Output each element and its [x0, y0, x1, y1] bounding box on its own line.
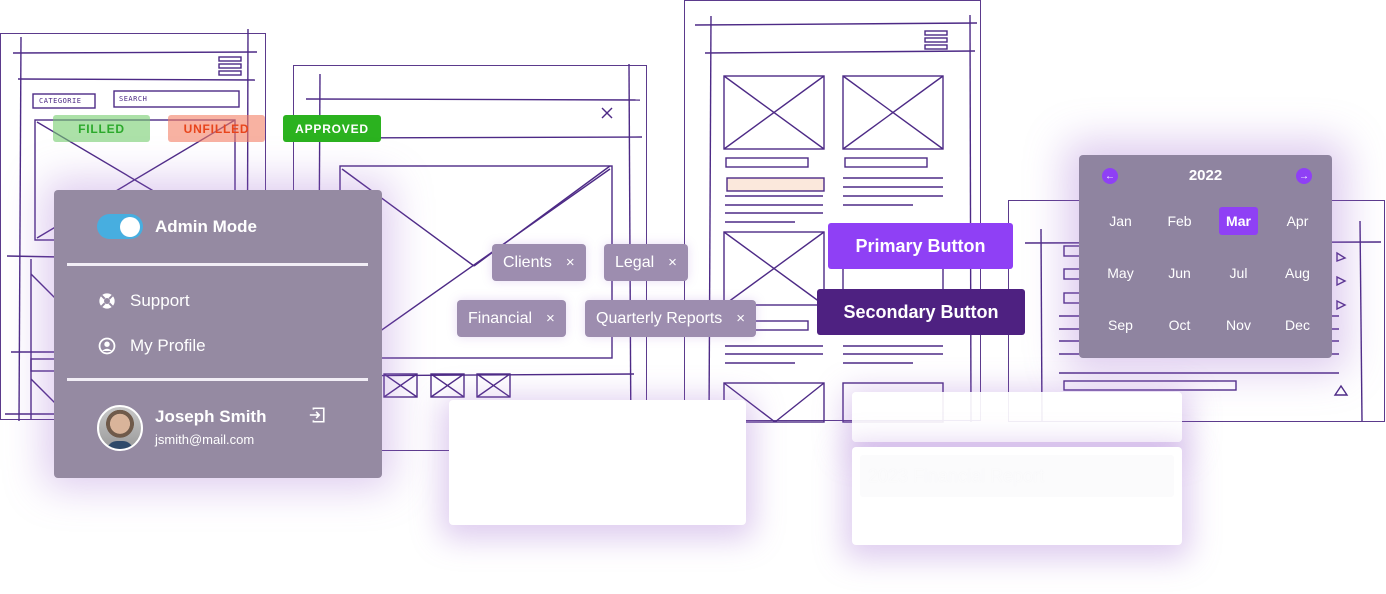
user-email: jsmith@mail.com	[155, 432, 255, 447]
month-label: Jun	[1168, 265, 1191, 281]
month-feb[interactable]: Feb	[1150, 207, 1209, 259]
month-aug[interactable]: Aug	[1268, 259, 1327, 311]
chip-financial[interactable]: Financial ×	[457, 300, 566, 337]
chip-clients[interactable]: Clients ×	[492, 244, 586, 281]
empty-card	[449, 400, 746, 525]
sketch-grid-drawing	[694, 14, 978, 423]
chip-label: Quarterly Reports	[596, 309, 723, 327]
close-icon[interactable]: ×	[736, 310, 745, 327]
lifebuoy-icon	[99, 293, 115, 309]
month-oct[interactable]: Oct	[1150, 311, 1209, 363]
chip-label: Legal	[615, 253, 655, 271]
month-label: Sep	[1108, 317, 1133, 333]
menu-item-my-profile[interactable]: My Profile	[98, 336, 206, 356]
month-label: Nov	[1226, 317, 1251, 333]
chip-legal[interactable]: Legal ×	[604, 244, 688, 281]
month-sep[interactable]: Sep	[1091, 311, 1150, 363]
month-picker: ← 2022 → Jan Feb Mar Apr May Jun Jul Aug Sep Oct N…	[1079, 155, 1332, 358]
chip-quarterly-reports[interactable]: Quarterly Reports ×	[585, 300, 757, 337]
menu-item-my-profile-label: My Profile	[130, 336, 206, 355]
month-dec[interactable]: Dec	[1268, 311, 1327, 363]
month-label: Dec	[1285, 317, 1310, 333]
secondary-button[interactable]: Secondary Button	[817, 289, 1025, 335]
month-jan[interactable]: Jan	[1091, 207, 1150, 259]
admin-mode-label: Admin Mode	[155, 217, 257, 236]
chip-label: Clients	[503, 253, 552, 271]
admin-mode-toggle[interactable]	[97, 214, 143, 239]
month-label: Feb	[1167, 213, 1192, 229]
status-badge-unfilled: UNFILLED	[168, 115, 265, 142]
user-circle-icon	[98, 337, 116, 355]
close-icon[interactable]: ×	[668, 254, 677, 271]
chip-label: Financial	[468, 309, 533, 327]
month-label: Aug	[1285, 265, 1310, 281]
next-year-button[interactable]: →	[1296, 168, 1312, 184]
picker-year: 2022	[1188, 167, 1223, 184]
month-label: Mar	[1219, 207, 1258, 235]
card-top	[852, 392, 1182, 442]
month-label: May	[1107, 265, 1134, 281]
month-label: Jul	[1229, 265, 1248, 281]
menu-divider	[67, 263, 368, 266]
primary-button[interactable]: Primary Button	[828, 223, 1013, 269]
sketch-category-label: CATEGORIE	[39, 97, 82, 105]
close-icon[interactable]: ×	[566, 254, 575, 271]
report-card[interactable]: 2023 Financial Report	[852, 447, 1182, 545]
status-badge-filled: FILLED	[53, 115, 150, 142]
month-mar[interactable]: Mar	[1209, 207, 1268, 259]
menu-item-support[interactable]: Support	[98, 291, 190, 311]
month-grid: Jan Feb Mar Apr May Jun Jul Aug Sep Oct Nov Dec	[1091, 207, 1327, 363]
avatar[interactable]	[97, 405, 143, 451]
month-label: Apr	[1286, 213, 1309, 229]
close-icon[interactable]: ×	[546, 310, 555, 327]
month-label: Jan	[1109, 213, 1132, 229]
logout-icon[interactable]	[308, 406, 326, 424]
sketch-search-label: SEARCH	[119, 95, 148, 103]
month-jul[interactable]: Jul	[1209, 259, 1268, 311]
user-menu-panel: Admin Mode Support My Profile Joseph Smi…	[54, 190, 382, 478]
status-badge-approved: APPROVED	[283, 115, 381, 142]
month-apr[interactable]: Apr	[1268, 207, 1327, 259]
sketch-wireframe-grid	[684, 0, 981, 423]
month-label: Oct	[1168, 317, 1191, 333]
user-name: Joseph Smith	[155, 407, 267, 426]
menu-item-support-label: Support	[130, 291, 190, 310]
month-jun[interactable]: Jun	[1150, 259, 1209, 311]
menu-divider	[67, 378, 368, 381]
report-card-title: 2023 Financial Report	[860, 455, 1174, 497]
month-nov[interactable]: Nov	[1209, 311, 1268, 363]
month-may[interactable]: May	[1091, 259, 1150, 311]
